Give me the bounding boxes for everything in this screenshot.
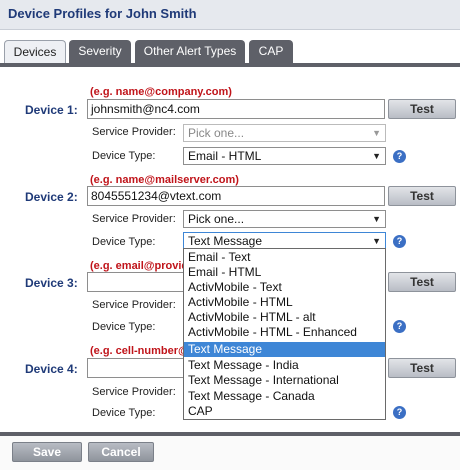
- device-3-test-button[interactable]: Test: [388, 272, 456, 292]
- device-2-provider-label: Service Provider:: [92, 213, 176, 225]
- device-2-provider-select[interactable]: Pick one... ▼: [183, 210, 386, 228]
- chevron-down-icon: ▼: [372, 236, 381, 246]
- device-4-hint: (e.g. cell-number@: [90, 345, 189, 357]
- page-header: Device Profiles for John Smith: [0, 0, 460, 30]
- device-1-provider-value: Pick one...: [188, 126, 245, 140]
- chevron-down-icon: ▼: [372, 151, 381, 161]
- dropdown-option[interactable]: ActivMobile - HTML: [184, 295, 385, 310]
- save-button[interactable]: Save: [12, 442, 82, 462]
- device-2-label: Device 2:: [25, 190, 78, 204]
- dropdown-option[interactable]: Text Message - India: [184, 358, 385, 373]
- device-3-hint: (e.g. email@provid: [90, 260, 189, 272]
- device-4-provider-label: Service Provider:: [92, 386, 176, 398]
- dropdown-option[interactable]: Email - Text: [184, 250, 385, 265]
- cancel-button[interactable]: Cancel: [88, 442, 154, 462]
- device-1-address-input[interactable]: johnsmith@nc4.com: [87, 99, 385, 119]
- chevron-down-icon: ▼: [372, 128, 381, 138]
- help-icon[interactable]: ?: [393, 150, 406, 163]
- device-1-type-label: Device Type:: [92, 150, 156, 162]
- device-2-type-value: Text Message: [188, 234, 263, 248]
- device-1-type-value: Email - HTML: [188, 149, 262, 163]
- device-4-type-label: Device Type:: [92, 407, 156, 419]
- device-1-test-button[interactable]: Test: [388, 99, 456, 119]
- device-4-label: Device 4:: [25, 362, 78, 376]
- device-1-type-select[interactable]: Email - HTML ▼: [183, 147, 386, 165]
- device-2-type-label: Device Type:: [92, 236, 156, 248]
- tab-bar: Devices Severity Other Alert Types CAP: [0, 38, 460, 65]
- page-title: Device Profiles for John Smith: [8, 6, 197, 21]
- dropdown-option[interactable]: Text Message - Canada: [184, 389, 385, 404]
- dropdown-option[interactable]: CAP: [184, 404, 385, 419]
- help-icon[interactable]: ?: [393, 320, 406, 333]
- device-2-test-button[interactable]: Test: [388, 186, 456, 206]
- device-2-hint: (e.g. name@mailserver.com): [90, 174, 239, 186]
- dropdown-option[interactable]: ActivMobile - Text: [184, 280, 385, 295]
- dropdown-option[interactable]: Text Message - International: [184, 373, 385, 388]
- device-1-provider-label: Service Provider:: [92, 126, 176, 138]
- help-icon[interactable]: ?: [393, 406, 406, 419]
- dropdown-option[interactable]: ActivMobile - HTML - alt: [184, 310, 385, 325]
- device-type-dropdown-list: Email - Text Email - HTML ActivMobile - …: [183, 248, 386, 420]
- tab-underline: [0, 63, 460, 67]
- device-2-address-input[interactable]: 8045551234@vtext.com: [87, 186, 385, 206]
- dropdown-option[interactable]: ActivMobile - HTML - Enhanced: [184, 325, 385, 340]
- device-1-provider-select[interactable]: Pick one... ▼: [183, 124, 386, 142]
- device-4-test-button[interactable]: Test: [388, 358, 456, 378]
- tab-other-alert-types[interactable]: Other Alert Types: [135, 40, 245, 64]
- device-1-label: Device 1:: [25, 103, 78, 117]
- tab-severity[interactable]: Severity: [69, 40, 131, 64]
- device-3-provider-label: Service Provider:: [92, 299, 176, 311]
- chevron-down-icon: ▼: [372, 214, 381, 224]
- device-1-hint: (e.g. name@company.com): [90, 86, 232, 98]
- device-3-label: Device 3:: [25, 276, 78, 290]
- device-2-provider-value: Pick one...: [188, 212, 245, 226]
- dropdown-option[interactable]: Email - HTML: [184, 265, 385, 280]
- device-3-type-label: Device Type:: [92, 321, 156, 333]
- tab-cap[interactable]: CAP: [249, 40, 293, 64]
- dropdown-option-selected[interactable]: Text Message: [184, 342, 385, 357]
- help-icon[interactable]: ?: [393, 235, 406, 248]
- tab-devices[interactable]: Devices: [4, 40, 66, 65]
